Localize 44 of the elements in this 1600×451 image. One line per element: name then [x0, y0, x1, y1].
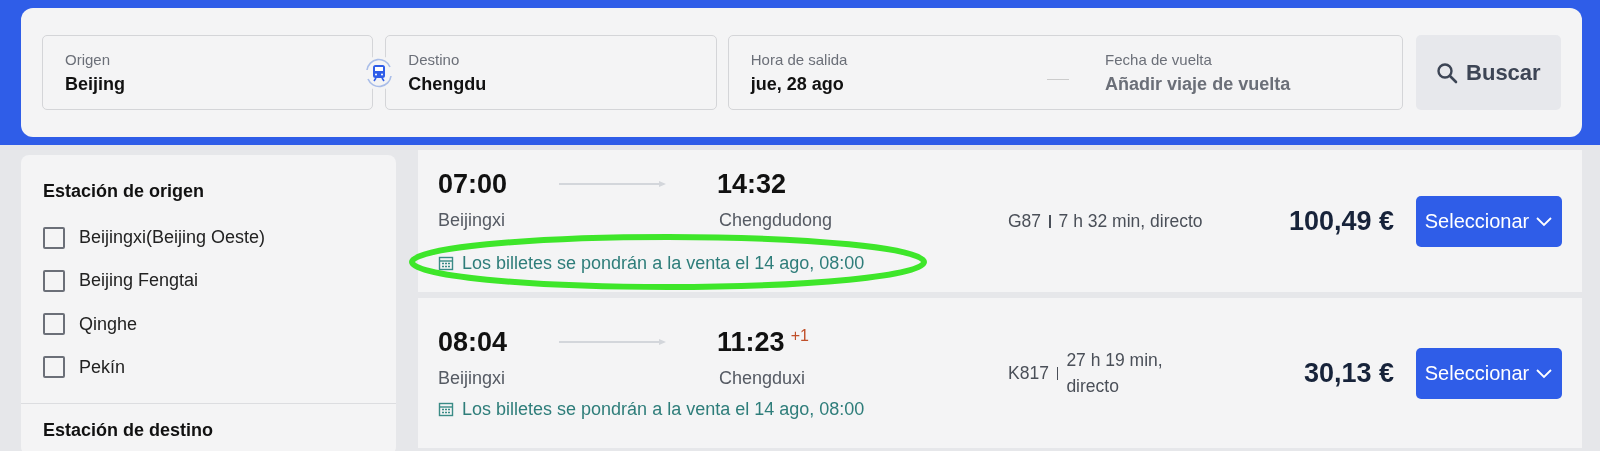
train-number: K817 [1008, 362, 1049, 384]
select-button[interactable]: Seleccionar [1416, 347, 1562, 399]
arrow-icon [559, 180, 668, 188]
day-offset: +1 [790, 326, 809, 345]
checkbox[interactable] [43, 356, 65, 379]
checkbox-label: Qinghe [79, 313, 138, 335]
search-icon [1436, 61, 1459, 84]
return-label: Fecha de vuelta [1105, 50, 1213, 68]
arrival-time: 14:32 [717, 168, 787, 200]
return-date: Añadir viaje de vuelta [1105, 73, 1292, 95]
train-number: G87 [1008, 210, 1042, 232]
trip-duration: 7 h 32 min, directo [1058, 209, 1203, 233]
checkbox-label: Beijingxi(Beijing Oeste) [79, 227, 266, 249]
departure-station: Beijingxi [438, 209, 507, 231]
sale-notice: Los billetes se pondrán a la venta el 14 ago, 08:00 [462, 398, 865, 420]
chevron-down-icon [1535, 215, 1554, 227]
price: 100,49 € [1287, 205, 1395, 237]
departure-station: Beijingxi [438, 367, 507, 389]
chevron-down-icon [1535, 367, 1554, 379]
select-button[interactable]: Seleccionar [1416, 195, 1562, 247]
origin-field[interactable]: Origen Beijing [42, 35, 374, 110]
arrow-icon [559, 338, 668, 346]
checkbox[interactable] [43, 313, 65, 336]
calendar-icon [438, 401, 454, 417]
checkbox[interactable] [43, 269, 65, 292]
departure-date: jue, 28 ago [750, 73, 845, 95]
arrival-station: Chengduxi [719, 367, 806, 389]
date-field[interactable]: Hora de salida jue, 28 ago Fecha de vuelta Añadir viaje de vuelta [727, 35, 1403, 110]
arrival-time: 11:23 [717, 326, 785, 358]
checkbox-label: Beijing Fengtai [79, 270, 199, 292]
filter-title: Estación de origen [43, 181, 206, 202]
arrival-station: Chengdudong [719, 209, 833, 231]
departure-time: 08:04 [438, 326, 508, 358]
search-button[interactable]: Buscar [1415, 35, 1561, 110]
destination-field[interactable]: Destino Chengdu [385, 35, 717, 110]
filter-title: Estación de destino [43, 420, 215, 441]
calendar-icon [438, 255, 454, 271]
price: 30,13 € [1302, 357, 1395, 389]
trip-duration: 27 h 19 min, directo [1066, 348, 1163, 398]
sale-notice: Los billetes se pondrán a la venta el 14 ago, 08:00 [462, 252, 865, 274]
departure-label: Hora de salida [750, 50, 849, 68]
departure-time: 07:00 [438, 168, 508, 200]
checkbox[interactable] [43, 226, 65, 249]
checkbox-label: Pekín [79, 356, 126, 378]
